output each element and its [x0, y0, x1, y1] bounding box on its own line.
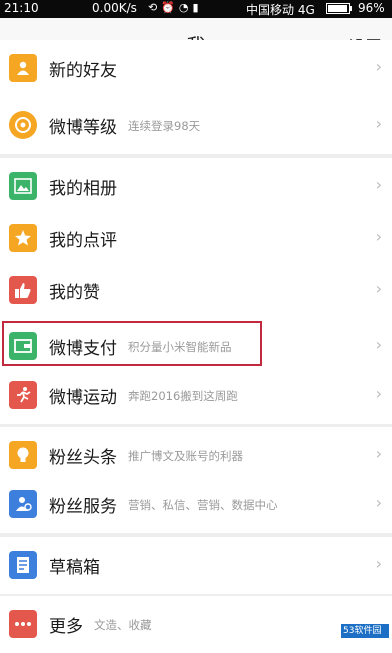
battery-icon	[326, 3, 350, 14]
chevron-right-icon: ›	[375, 175, 382, 194]
menu-item-label: 我的点评	[49, 231, 117, 251]
chevron-right-icon: ›	[375, 335, 382, 354]
chevron-right-icon: ›	[375, 114, 382, 133]
chevron-right-icon: ›	[375, 384, 382, 403]
level-badge-icon	[9, 111, 37, 139]
chevron-right-icon: ›	[375, 227, 382, 246]
chevron-right-icon: ›	[375, 57, 382, 76]
menu-item-drafts[interactable]: 草稿箱 ›	[0, 537, 392, 594]
menu-item-label: 我的相册	[49, 179, 117, 199]
chevron-right-icon: ›	[375, 554, 382, 573]
menu-item-subtitle: 积分量小米智能新品	[128, 340, 232, 354]
chevron-right-icon: ›	[375, 444, 382, 463]
network-speed: 0.00K/s	[92, 1, 137, 15]
lightbulb-icon	[9, 441, 37, 469]
group-profile: 新的好友 › 微博等级 连续登录98天 ›	[0, 40, 392, 154]
menu-item-more[interactable]: 更多 文造、收藏	[0, 596, 392, 653]
menu-item-label: 微博支付	[49, 339, 117, 359]
menu-item-label: 更多	[49, 617, 83, 637]
document-icon	[9, 551, 37, 579]
menu-item-my-likes[interactable]: 我的赞 ›	[0, 262, 392, 319]
menu-item-fan-service[interactable]: 粉丝服务 营销、私信、营销、数据中心 ›	[0, 476, 392, 533]
status-bar: 21:10 0.00K/s ⟲⏰◔▮ 中国移动 4G 96%	[0, 0, 392, 18]
wifi-icon: ◔	[178, 1, 193, 14]
chevron-right-icon: ›	[375, 279, 382, 298]
group-content: 我的相册 › 我的点评 › 我的赞 ›	[0, 158, 392, 319]
status-icons: ⟲⏰◔▮	[148, 1, 203, 14]
menu-item-subtitle: 推广博文及账号的利器	[128, 449, 243, 463]
status-time: 21:10	[4, 1, 39, 15]
person-icon	[9, 54, 37, 82]
group-drafts: 草稿箱 ›	[0, 537, 392, 594]
carrier-label: 中国移动 4G	[246, 3, 315, 17]
menu-item-label: 微博等级	[49, 118, 117, 138]
alarm-icon: ⏰	[161, 1, 179, 14]
menu-item-subtitle: 营销、私信、营销、数据中心	[128, 498, 278, 512]
menu-item-my-reviews[interactable]: 我的点评 ›	[0, 210, 392, 267]
menu-item-label: 草稿箱	[49, 558, 100, 578]
wallet-icon	[9, 332, 37, 360]
menu-item-label: 微博运动	[49, 388, 117, 408]
menu-item-subtitle: 连续登录98天	[128, 119, 201, 133]
group-fans: 粉丝头条 推广博文及账号的利器 › 粉丝服务 营销、私信、营销、数据中心 ›	[0, 427, 392, 533]
menu-item-new-friends[interactable]: 新的好友 ›	[0, 40, 392, 97]
signal-icon: ▮	[192, 1, 203, 14]
watermark-logo: 53软件园	[341, 624, 389, 638]
menu-item-weibo-level[interactable]: 微博等级 连续登录98天 ›	[0, 97, 392, 154]
group-services: 微博支付 积分量小米智能新品 › 微博运动 奔跑2016搬到这周跑 ›	[0, 318, 392, 424]
runner-icon	[9, 381, 37, 409]
chevron-right-icon: ›	[375, 493, 382, 512]
image-icon	[9, 172, 37, 200]
battery-percent: 96%	[358, 1, 385, 15]
thumbs-up-icon	[9, 276, 37, 304]
menu-item-label: 我的赞	[49, 283, 100, 303]
menu-item-subtitle: 文造、收藏	[94, 618, 152, 632]
group-more: 更多 文造、收藏	[0, 596, 392, 653]
more-dots-icon	[9, 610, 37, 638]
menu-item-subtitle: 奔跑2016搬到这周跑	[128, 389, 238, 403]
menu-item-label: 粉丝服务	[49, 497, 117, 517]
menu-item-my-album[interactable]: 我的相册 ›	[0, 158, 392, 215]
menu-item-label: 新的好友	[49, 61, 117, 81]
menu-item-weibo-sports[interactable]: 微博运动 奔跑2016搬到这周跑 ›	[0, 367, 392, 424]
fan-person-icon	[9, 490, 37, 518]
sync-icon: ⟲	[148, 1, 162, 14]
review-star-icon	[9, 224, 37, 252]
menu-item-label: 粉丝头条	[49, 448, 117, 468]
